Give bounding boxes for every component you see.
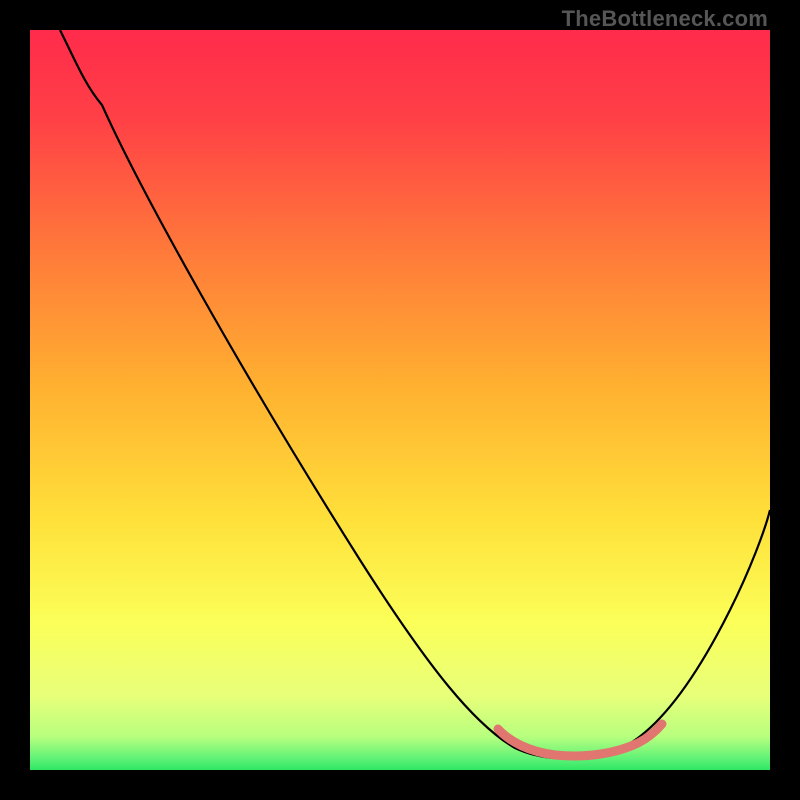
- chart-svg: [30, 30, 770, 770]
- chart-frame: [30, 30, 770, 770]
- gradient-background: [30, 30, 770, 770]
- watermark-text: TheBottleneck.com: [562, 6, 768, 32]
